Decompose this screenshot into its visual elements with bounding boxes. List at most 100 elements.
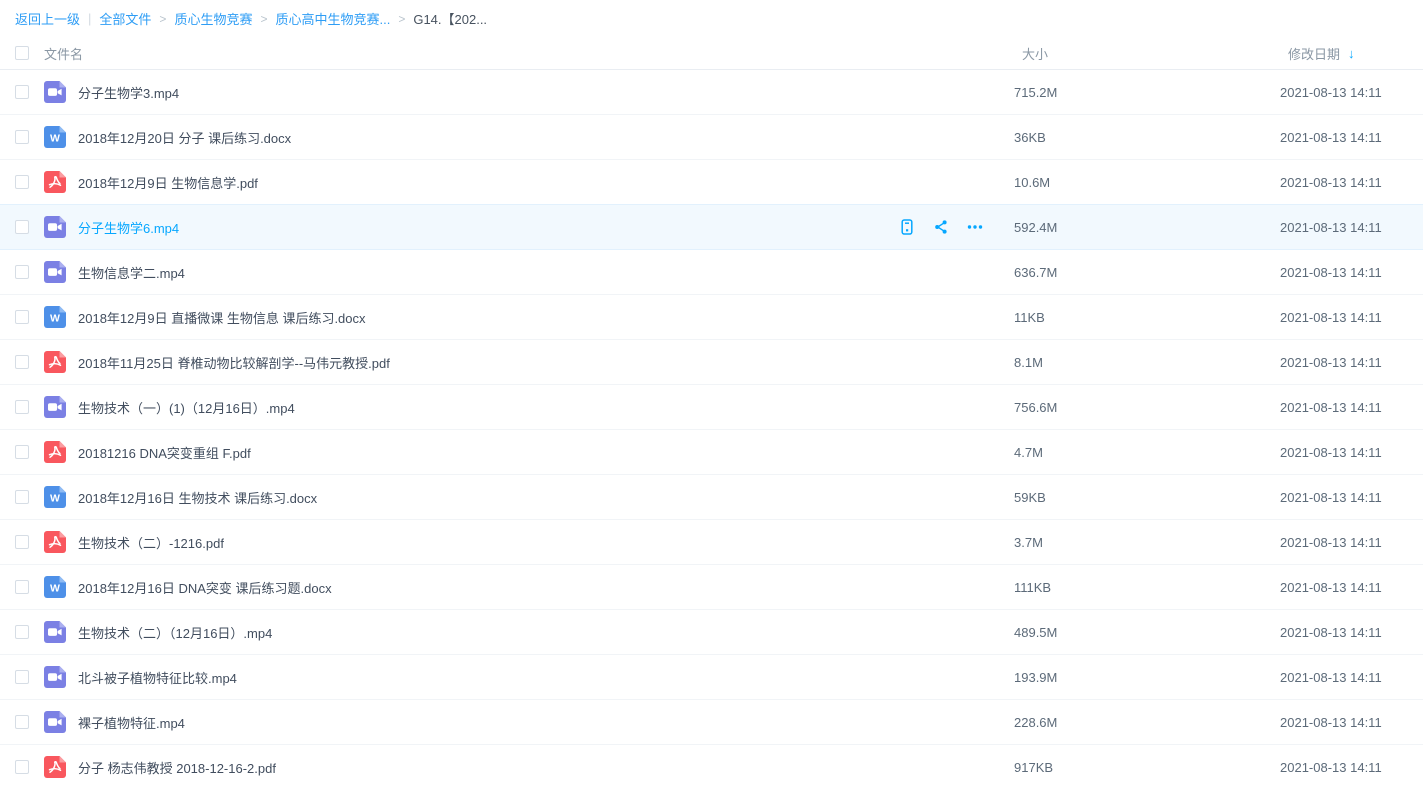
file-name[interactable]: 2018年12月16日 生物技术 课后练习.docx bbox=[78, 488, 317, 507]
file-size: 59KB bbox=[1014, 490, 1046, 505]
table-row[interactable]: W 裸子植物特征.mp4 bbox=[0, 700, 1423, 745]
select-all-checkbox[interactable] bbox=[15, 46, 29, 60]
row-checkbox[interactable] bbox=[15, 85, 29, 99]
share-button[interactable] bbox=[932, 218, 950, 236]
list-header: 文件名 大小 修改日期 ↓ bbox=[0, 37, 1423, 70]
file-date: 2021-08-13 14:11 bbox=[1280, 175, 1382, 190]
table-row[interactable]: W 生物技术（二）-1216.pdf bbox=[0, 520, 1423, 565]
file-size: 228.6M bbox=[1014, 715, 1057, 730]
svg-text:W: W bbox=[50, 583, 60, 595]
file-name[interactable]: 2018年11月25日 脊椎动物比较解剖学--马伟元教授.pdf bbox=[78, 353, 390, 372]
breadcrumb-separator: > bbox=[260, 12, 267, 26]
file-date: 2021-08-13 14:11 bbox=[1280, 445, 1382, 460]
file-name[interactable]: 2018年12月16日 DNA突变 课后练习题.docx bbox=[78, 578, 332, 597]
word-file-icon: W bbox=[44, 306, 66, 328]
breadcrumb-item-folder-2[interactable]: 质心高中生物竞赛... bbox=[275, 9, 390, 28]
breadcrumb-item-folder-1[interactable]: 质心生物竞赛 bbox=[174, 9, 252, 28]
file-date: 2021-08-13 14:11 bbox=[1280, 400, 1382, 415]
file-size: 592.4M bbox=[1014, 220, 1057, 235]
table-row[interactable]: W 生物技术（一）(1)（12月16日）.mp4 bbox=[0, 385, 1423, 430]
row-checkbox[interactable] bbox=[15, 355, 29, 369]
column-header-size: 大小 bbox=[1022, 47, 1048, 62]
row-checkbox[interactable] bbox=[15, 130, 29, 144]
table-row[interactable]: W 生物信息学二.mp4 bbox=[0, 250, 1423, 295]
table-row[interactable]: W 生物技术（二）（12月16日）.mp4 bbox=[0, 610, 1423, 655]
file-size: 193.9M bbox=[1014, 670, 1057, 685]
pdf-file-icon bbox=[44, 351, 66, 373]
file-date: 2021-08-13 14:11 bbox=[1280, 265, 1382, 280]
file-date: 2021-08-13 14:11 bbox=[1280, 310, 1382, 325]
file-name[interactable]: 生物技术（一）(1)（12月16日）.mp4 bbox=[78, 398, 295, 417]
file-date: 2021-08-13 14:11 bbox=[1280, 760, 1382, 775]
table-row[interactable]: W 2018年12月16日 DNA突变 课后练习题.docx bbox=[0, 565, 1423, 610]
row-checkbox[interactable] bbox=[15, 580, 29, 594]
breadcrumb-item-all-files[interactable]: 全部文件 bbox=[99, 9, 151, 28]
row-checkbox[interactable] bbox=[15, 445, 29, 459]
table-row[interactable]: W 2018年12月16日 生物技术 课后练习.docx bbox=[0, 475, 1423, 520]
file-name[interactable]: 分子 杨志伟教授 2018-12-16-2.pdf bbox=[78, 758, 276, 777]
file-date: 2021-08-13 14:11 bbox=[1280, 85, 1382, 100]
breadcrumb-back-link[interactable]: 返回上一级 bbox=[15, 9, 80, 28]
breadcrumb-separator: > bbox=[398, 12, 405, 26]
file-name[interactable]: 北斗被子植物特征比较.mp4 bbox=[78, 668, 237, 687]
breadcrumb-divider: | bbox=[88, 11, 91, 26]
share-icon bbox=[933, 219, 949, 235]
file-name[interactable]: 生物技术（二）（12月16日）.mp4 bbox=[78, 623, 272, 642]
svg-text:W: W bbox=[50, 493, 60, 505]
table-row[interactable]: W 北斗被子植物特征比较.mp4 bbox=[0, 655, 1423, 700]
row-checkbox[interactable] bbox=[15, 535, 29, 549]
breadcrumb: 返回上一级 | 全部文件 > 质心生物竞赛 > 质心高中生物竞赛... > G1… bbox=[0, 0, 1423, 37]
word-file-icon: W bbox=[44, 576, 66, 598]
pdf-file-icon bbox=[44, 441, 66, 463]
video-file-icon bbox=[44, 81, 66, 103]
row-checkbox[interactable] bbox=[15, 220, 29, 234]
table-row[interactable]: W 分子生物学3.mp4 bbox=[0, 70, 1423, 115]
file-size: 917KB bbox=[1014, 760, 1053, 775]
file-size: 636.7M bbox=[1014, 265, 1057, 280]
table-row[interactable]: W 2018年12月20日 分子 课后练习.docx bbox=[0, 115, 1423, 160]
table-row[interactable]: W 2018年12月9日 直播微课 生物信息 课后练习.docx bbox=[0, 295, 1423, 340]
file-name[interactable]: 2018年12月9日 生物信息学.pdf bbox=[78, 173, 258, 192]
table-row[interactable]: W 2018年12月9日 生物信息学.pdf bbox=[0, 160, 1423, 205]
file-date: 2021-08-13 14:11 bbox=[1280, 670, 1382, 685]
save-to-device-button[interactable] bbox=[898, 218, 916, 236]
file-name[interactable]: 裸子植物特征.mp4 bbox=[78, 713, 185, 732]
file-name[interactable]: 分子生物学3.mp4 bbox=[78, 83, 179, 102]
row-checkbox[interactable] bbox=[15, 490, 29, 504]
table-row[interactable]: W 20181216 DNA突变重组 F.pdf bbox=[0, 430, 1423, 475]
row-checkbox[interactable] bbox=[15, 715, 29, 729]
more-icon bbox=[966, 219, 984, 235]
file-name[interactable]: 2018年12月9日 直播微课 生物信息 课后练习.docx bbox=[78, 308, 366, 327]
row-checkbox[interactable] bbox=[15, 670, 29, 684]
file-date: 2021-08-13 14:11 bbox=[1280, 130, 1382, 145]
file-size: 36KB bbox=[1014, 130, 1046, 145]
file-name[interactable]: 生物技术（二）-1216.pdf bbox=[78, 533, 224, 552]
table-row[interactable]: W 分子 杨志伟教授 2018-12-16-2.pdf bbox=[0, 745, 1423, 785]
file-size: 4.7M bbox=[1014, 445, 1043, 460]
row-checkbox[interactable] bbox=[15, 310, 29, 324]
sort-desc-icon[interactable]: ↓ bbox=[1348, 46, 1355, 61]
file-name[interactable]: 2018年12月20日 分子 课后练习.docx bbox=[78, 128, 291, 147]
video-file-icon bbox=[44, 216, 66, 238]
file-size: 756.6M bbox=[1014, 400, 1057, 415]
table-row[interactable]: W 分子生物学6.mp4 bbox=[0, 205, 1423, 250]
row-checkbox[interactable] bbox=[15, 625, 29, 639]
row-checkbox[interactable] bbox=[15, 175, 29, 189]
file-name[interactable]: 生物信息学二.mp4 bbox=[78, 263, 185, 282]
video-file-icon bbox=[44, 711, 66, 733]
video-file-icon bbox=[44, 261, 66, 283]
svg-text:W: W bbox=[50, 313, 60, 325]
file-size: 3.7M bbox=[1014, 535, 1043, 550]
row-checkbox[interactable] bbox=[15, 265, 29, 279]
file-size: 111KB bbox=[1014, 580, 1051, 595]
column-header-date[interactable]: 修改日期 bbox=[1288, 44, 1340, 63]
row-checkbox[interactable] bbox=[15, 760, 29, 774]
more-button[interactable] bbox=[966, 218, 984, 236]
pdf-file-icon bbox=[44, 171, 66, 193]
file-name[interactable]: 分子生物学6.mp4 bbox=[78, 218, 179, 237]
file-date: 2021-08-13 14:11 bbox=[1280, 715, 1382, 730]
table-row[interactable]: W 2018年11月25日 脊椎动物比较解剖学--马伟元教授.pdf bbox=[0, 340, 1423, 385]
row-checkbox[interactable] bbox=[15, 400, 29, 414]
file-name[interactable]: 20181216 DNA突变重组 F.pdf bbox=[78, 443, 251, 462]
svg-text:W: W bbox=[50, 133, 60, 145]
